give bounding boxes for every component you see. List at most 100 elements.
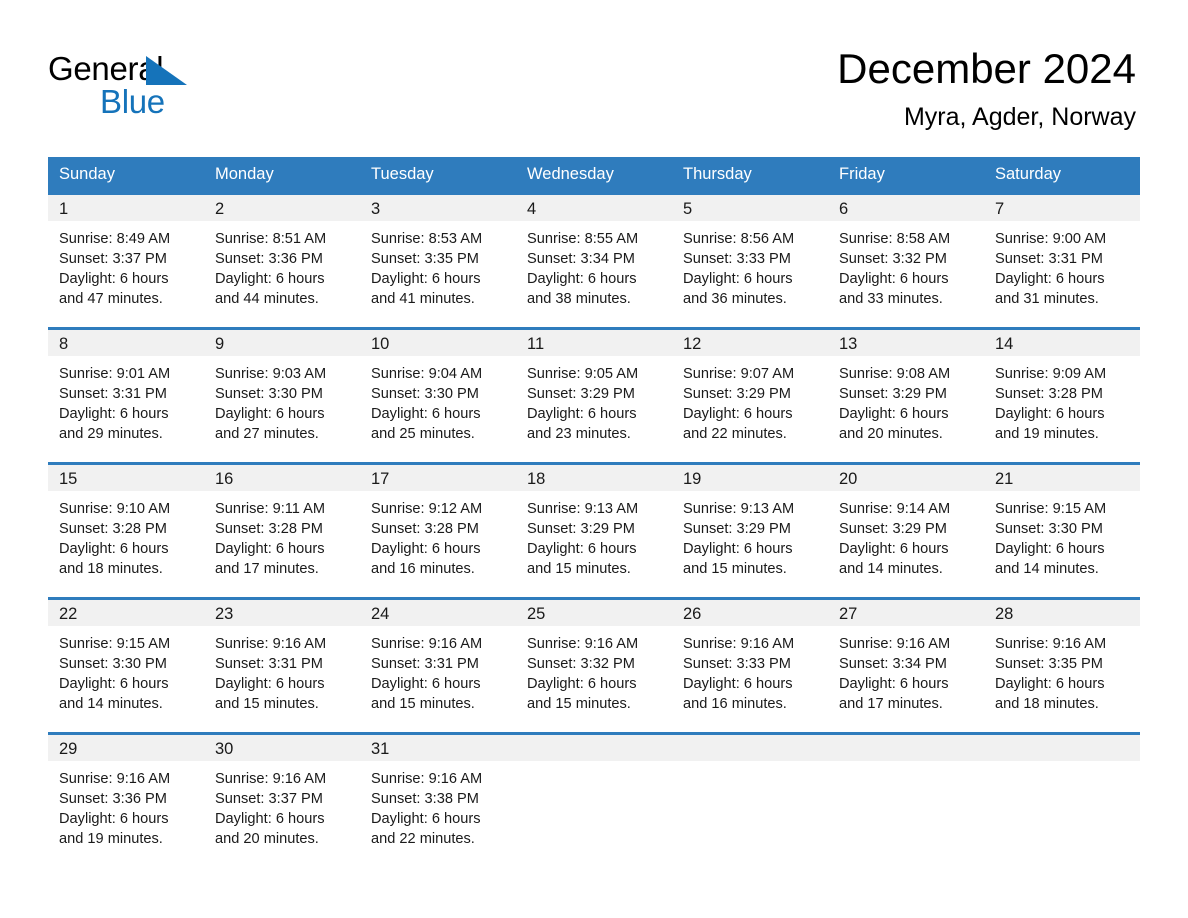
day-number: 30 <box>204 735 360 761</box>
day-cell[interactable]: 15 Sunrise: 9:10 AM Sunset: 3:28 PM Dayl… <box>48 462 204 599</box>
sunrise-text: Sunrise: 9:10 AM <box>59 501 171 517</box>
day-cell[interactable]: 27 Sunrise: 9:16 AM Sunset: 3:34 PM Dayl… <box>828 597 984 734</box>
week-row: 8 Sunrise: 9:01 AM Sunset: 3:31 PM Dayli… <box>48 327 1140 464</box>
day-cell[interactable]: 13 Sunrise: 9:08 AM Sunset: 3:29 PM Dayl… <box>828 327 984 464</box>
sunrise-text: Sunrise: 9:16 AM <box>371 771 483 787</box>
daylight-text-line1: Daylight: 6 hours <box>839 406 949 423</box>
day-details: Sunrise: 9:10 AM Sunset: 3:28 PM Dayligh… <box>48 491 204 579</box>
sunset-text: Sunset: 3:31 PM <box>59 386 167 403</box>
day-cell[interactable]: 4 Sunrise: 8:55 AM Sunset: 3:34 PM Dayli… <box>516 192 672 329</box>
day-details: Sunrise: 9:08 AM Sunset: 3:29 PM Dayligh… <box>828 356 984 444</box>
day-cell[interactable]: 14 Sunrise: 9:09 AM Sunset: 3:28 PM Dayl… <box>984 327 1140 464</box>
day-cell[interactable]: 20 Sunrise: 9:14 AM Sunset: 3:29 PM Dayl… <box>828 462 984 599</box>
day-details: Sunrise: 9:03 AM Sunset: 3:30 PM Dayligh… <box>204 356 360 444</box>
daylight-text-line2: and 19 minutes. <box>995 426 1099 443</box>
day-cell[interactable]: 19 Sunrise: 9:13 AM Sunset: 3:29 PM Dayl… <box>672 462 828 599</box>
sunrise-text: Sunrise: 8:58 AM <box>839 231 951 247</box>
day-details: Sunrise: 9:04 AM Sunset: 3:30 PM Dayligh… <box>360 356 516 444</box>
day-number: 17 <box>360 465 516 491</box>
sunset-text: Sunset: 3:32 PM <box>527 656 635 673</box>
day-cell[interactable]: 12 Sunrise: 9:07 AM Sunset: 3:29 PM Dayl… <box>672 327 828 464</box>
weekday-header-friday: Friday <box>828 157 984 194</box>
calendar-page: General Blue December 2024 Myra, Agder, … <box>0 0 1188 918</box>
day-cell[interactable]: 8 Sunrise: 9:01 AM Sunset: 3:31 PM Dayli… <box>48 327 204 464</box>
sunset-text: Sunset: 3:29 PM <box>683 386 791 403</box>
daylight-text-line2: and 14 minutes. <box>59 696 163 713</box>
day-cell[interactable]: 22 Sunrise: 9:15 AM Sunset: 3:30 PM Dayl… <box>48 597 204 734</box>
day-number: 12 <box>672 330 828 356</box>
day-cell[interactable]: 28 Sunrise: 9:16 AM Sunset: 3:35 PM Dayl… <box>984 597 1140 734</box>
daylight-text-line2: and 47 minutes. <box>59 291 163 308</box>
day-details: Sunrise: 9:16 AM Sunset: 3:35 PM Dayligh… <box>984 626 1140 714</box>
day-number: 14 <box>984 330 1140 356</box>
day-cell[interactable]: 29 Sunrise: 9:16 AM Sunset: 3:36 PM Dayl… <box>48 732 204 869</box>
daylight-text-line2: and 15 minutes. <box>527 561 631 578</box>
sunrise-text: Sunrise: 9:16 AM <box>527 636 639 652</box>
day-cell[interactable]: 21 Sunrise: 9:15 AM Sunset: 3:30 PM Dayl… <box>984 462 1140 599</box>
day-details: Sunrise: 9:16 AM Sunset: 3:33 PM Dayligh… <box>672 626 828 714</box>
sunset-text: Sunset: 3:36 PM <box>215 251 323 268</box>
day-cell[interactable]: 31 Sunrise: 9:16 AM Sunset: 3:38 PM Dayl… <box>360 732 516 869</box>
day-details: Sunrise: 9:16 AM Sunset: 3:37 PM Dayligh… <box>204 761 360 849</box>
day-number: 3 <box>360 195 516 221</box>
day-cell[interactable]: 26 Sunrise: 9:16 AM Sunset: 3:33 PM Dayl… <box>672 597 828 734</box>
daylight-text-line1: Daylight: 6 hours <box>839 541 949 558</box>
daylight-text-line1: Daylight: 6 hours <box>215 811 325 828</box>
sunrise-text: Sunrise: 8:55 AM <box>527 231 639 247</box>
day-cell[interactable]: 10 Sunrise: 9:04 AM Sunset: 3:30 PM Dayl… <box>360 327 516 464</box>
day-cell[interactable]: 16 Sunrise: 9:11 AM Sunset: 3:28 PM Dayl… <box>204 462 360 599</box>
daylight-text-line1: Daylight: 6 hours <box>59 811 169 828</box>
daylight-text-line1: Daylight: 6 hours <box>527 676 637 693</box>
daylight-text-line1: Daylight: 6 hours <box>59 406 169 423</box>
daylight-text-line1: Daylight: 6 hours <box>371 676 481 693</box>
day-number: 24 <box>360 600 516 626</box>
sunset-text: Sunset: 3:37 PM <box>215 791 323 808</box>
daylight-text-line2: and 23 minutes. <box>527 426 631 443</box>
week-row: 15 Sunrise: 9:10 AM Sunset: 3:28 PM Dayl… <box>48 462 1140 599</box>
day-cell[interactable]: 17 Sunrise: 9:12 AM Sunset: 3:28 PM Dayl… <box>360 462 516 599</box>
day-number: 18 <box>516 465 672 491</box>
day-cell[interactable]: 3 Sunrise: 8:53 AM Sunset: 3:35 PM Dayli… <box>360 192 516 329</box>
day-details: Sunrise: 9:00 AM Sunset: 3:31 PM Dayligh… <box>984 221 1140 309</box>
day-number: 10 <box>360 330 516 356</box>
day-cell[interactable]: 2 Sunrise: 8:51 AM Sunset: 3:36 PM Dayli… <box>204 192 360 329</box>
day-cell[interactable]: 5 Sunrise: 8:56 AM Sunset: 3:33 PM Dayli… <box>672 192 828 329</box>
sunset-text: Sunset: 3:38 PM <box>371 791 479 808</box>
day-details: Sunrise: 9:15 AM Sunset: 3:30 PM Dayligh… <box>984 491 1140 579</box>
day-cell[interactable]: 11 Sunrise: 9:05 AM Sunset: 3:29 PM Dayl… <box>516 327 672 464</box>
day-cell[interactable]: 23 Sunrise: 9:16 AM Sunset: 3:31 PM Dayl… <box>204 597 360 734</box>
day-cell[interactable]: 1 Sunrise: 8:49 AM Sunset: 3:37 PM Dayli… <box>48 192 204 329</box>
sunrise-text: Sunrise: 9:16 AM <box>371 636 483 652</box>
daylight-text-line1: Daylight: 6 hours <box>59 676 169 693</box>
sunset-text: Sunset: 3:35 PM <box>995 656 1103 673</box>
day-cell[interactable]: 30 Sunrise: 9:16 AM Sunset: 3:37 PM Dayl… <box>204 732 360 869</box>
day-details: Sunrise: 9:11 AM Sunset: 3:28 PM Dayligh… <box>204 491 360 579</box>
daylight-text-line2: and 14 minutes. <box>995 561 1099 578</box>
sunset-text: Sunset: 3:29 PM <box>839 386 947 403</box>
daylight-text-line1: Daylight: 6 hours <box>995 676 1105 693</box>
day-details <box>828 761 984 769</box>
location-subtitle: Myra, Agder, Norway <box>903 103 1136 131</box>
day-cell[interactable]: 6 Sunrise: 8:58 AM Sunset: 3:32 PM Dayli… <box>828 192 984 329</box>
day-number: 13 <box>828 330 984 356</box>
daylight-text-line1: Daylight: 6 hours <box>371 406 481 423</box>
day-cell[interactable]: 7 Sunrise: 9:00 AM Sunset: 3:31 PM Dayli… <box>984 192 1140 329</box>
day-number <box>828 735 984 761</box>
daylight-text-line2: and 27 minutes. <box>215 426 319 443</box>
day-cell[interactable]: 18 Sunrise: 9:13 AM Sunset: 3:29 PM Dayl… <box>516 462 672 599</box>
daylight-text-line2: and 33 minutes. <box>839 291 943 308</box>
sunset-text: Sunset: 3:30 PM <box>371 386 479 403</box>
sunset-text: Sunset: 3:28 PM <box>371 521 479 538</box>
day-number: 31 <box>360 735 516 761</box>
sunset-text: Sunset: 3:32 PM <box>839 251 947 268</box>
sunrise-text: Sunrise: 9:09 AM <box>995 366 1107 382</box>
daylight-text-line1: Daylight: 6 hours <box>59 271 169 288</box>
day-cell[interactable]: 24 Sunrise: 9:16 AM Sunset: 3:31 PM Dayl… <box>360 597 516 734</box>
sunrise-text: Sunrise: 9:16 AM <box>215 771 327 787</box>
daylight-text-line1: Daylight: 6 hours <box>215 676 325 693</box>
day-cell[interactable]: 25 Sunrise: 9:16 AM Sunset: 3:32 PM Dayl… <box>516 597 672 734</box>
daylight-text-line2: and 22 minutes. <box>371 831 475 848</box>
daylight-text-line2: and 20 minutes. <box>215 831 319 848</box>
daylight-text-line2: and 38 minutes. <box>527 291 631 308</box>
day-cell[interactable]: 9 Sunrise: 9:03 AM Sunset: 3:30 PM Dayli… <box>204 327 360 464</box>
